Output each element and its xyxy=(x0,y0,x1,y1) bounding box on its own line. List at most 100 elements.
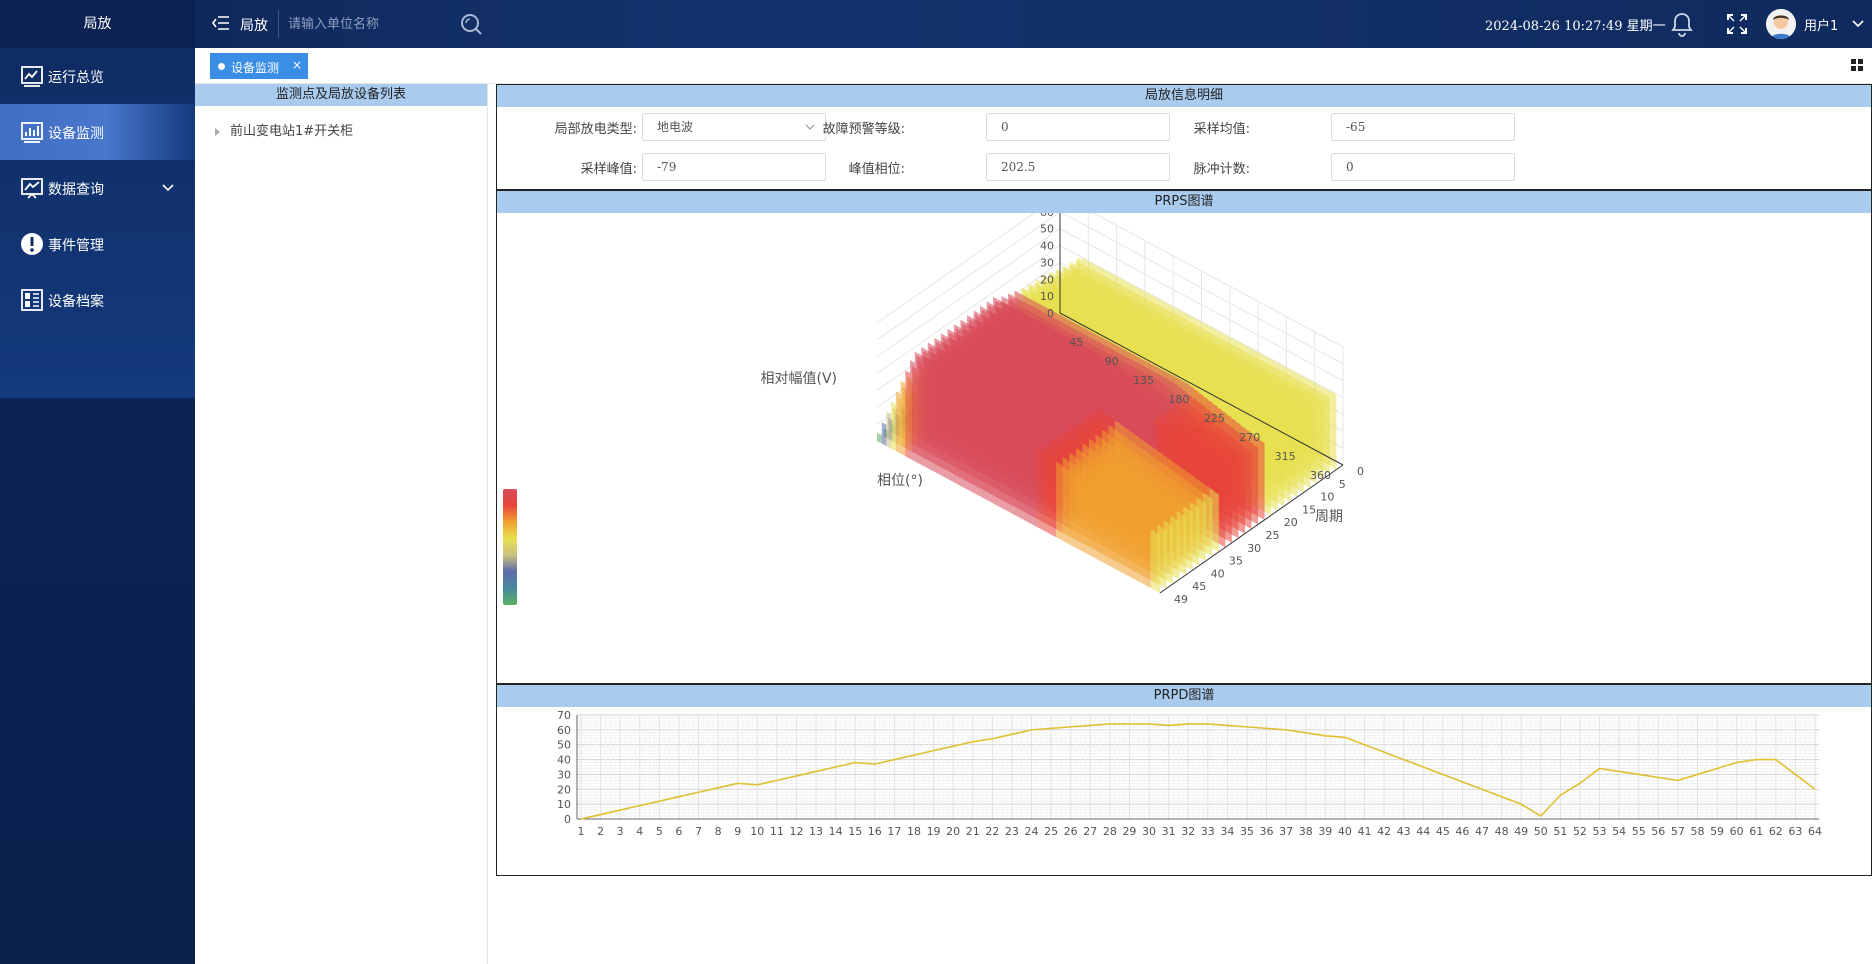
prps-surface-column xyxy=(985,389,991,502)
overview-chart-icon xyxy=(21,66,43,87)
sidebar-item-device-monitor[interactable]: 设备监测 xyxy=(0,104,195,160)
x-tick-label: 43 xyxy=(1397,825,1411,838)
exclamation-icon xyxy=(21,233,43,255)
y-tick-label: 40 xyxy=(557,754,571,767)
caret-right-icon[interactable] xyxy=(215,127,220,136)
sidebar-item-event-management[interactable]: 事件管理 xyxy=(0,216,195,272)
x-tick-label: 360 xyxy=(1310,469,1331,482)
prps-surface-column xyxy=(994,394,1000,507)
x-tick-label: 57 xyxy=(1671,825,1685,838)
grid-menu-icon[interactable] xyxy=(1850,58,1864,72)
tab-close-icon[interactable]: × xyxy=(292,58,302,72)
prps-3d-chart[interactable]: 0102030405060704590135180225270315360051… xyxy=(497,213,1871,683)
prpd-line-chart[interactable]: 0102030405060701 2 3 4 5 6 7 8 9 10 11 12 13 14 15 16 17… xyxy=(497,707,1871,875)
x-tick-label: 55 xyxy=(1632,825,1646,838)
x-tick-label: 22 xyxy=(985,825,999,838)
y-tick-label: 40 xyxy=(1211,567,1225,580)
bar-chart-icon xyxy=(21,122,43,143)
prps-surface-column xyxy=(1070,471,1076,548)
prps-surface-column xyxy=(1065,468,1071,545)
x-tick-label: 33 xyxy=(1201,825,1215,838)
y-tick-label: 0 xyxy=(1357,465,1364,478)
prps-surface-column xyxy=(1207,496,1213,557)
y-tick-label: 25 xyxy=(1266,529,1280,542)
tab-device-monitor[interactable]: 设备监测 × xyxy=(210,53,308,79)
prps-surface-column xyxy=(1093,488,1099,561)
y-tick-label: 0 xyxy=(564,813,571,826)
x-tick-label: 39 xyxy=(1318,825,1332,838)
z-tick-label: 30 xyxy=(1040,256,1054,269)
peak-phase-label: 峰值相位: xyxy=(848,162,905,177)
pd-info-panel: 局放信息明细 局部放电类型: 地电波 故障预警等级: 0 采样均值: -65 采… xyxy=(496,84,1872,190)
x-tick-label: 64 xyxy=(1808,825,1822,838)
x-tick-label: 25 xyxy=(1044,825,1058,838)
tree-node-label: 前山变电站1#开关柜 xyxy=(230,124,354,139)
prps-surface-column xyxy=(1227,463,1232,543)
prps-surface-column xyxy=(999,397,1005,510)
prps-surface-column xyxy=(1233,458,1239,539)
sidebar-item-device-archive[interactable]: 设备档案 xyxy=(0,272,195,328)
tree-node-device[interactable]: 前山变电站1#开关柜 xyxy=(215,120,353,139)
username-label[interactable]: 用户1 xyxy=(1804,15,1838,34)
x-tick-label: 1 xyxy=(578,825,585,838)
x-tick-label: 225 xyxy=(1204,412,1225,425)
unit-search-input[interactable] xyxy=(288,12,458,36)
menu-toggle-icon[interactable] xyxy=(212,14,230,32)
color-scale-bar xyxy=(503,489,517,605)
x-tick-label: 34 xyxy=(1220,825,1234,838)
y-tick-label: 10 xyxy=(557,798,571,811)
y-axis-title: 周期 xyxy=(1315,509,1343,525)
pulse-count-field[interactable]: 0 xyxy=(1331,153,1515,181)
x-tick-label: 16 xyxy=(868,825,882,838)
prps-surface-column xyxy=(943,366,948,479)
chevron-down-icon[interactable] xyxy=(1852,19,1864,29)
x-tick-label: 62 xyxy=(1769,825,1783,838)
search-icon[interactable] xyxy=(459,12,483,36)
prps-surface-column xyxy=(990,392,995,505)
x-axis-title: 相位(°) xyxy=(877,473,923,489)
x-tick-label: 46 xyxy=(1455,825,1469,838)
sidebar-item-label: 数据查询 xyxy=(48,182,104,198)
x-tick-label: 23 xyxy=(1005,825,1019,838)
x-tick-label: 19 xyxy=(927,825,941,838)
prps-surface-column xyxy=(1112,502,1118,571)
x-tick-label: 315 xyxy=(1275,450,1296,463)
x-tick-label: 15 xyxy=(848,825,862,838)
prps-chart-panel: PRPS图谱 010203040506070459013518022527031… xyxy=(496,190,1872,684)
prps-surface-column xyxy=(1145,525,1151,588)
main-content: 设备监测 × 监测点及局放设备列表 前山变电站1#开关柜 局放信息明细 局部放电… xyxy=(195,48,1872,964)
y-tick-label: 5 xyxy=(1339,478,1346,491)
user-avatar[interactable] xyxy=(1766,9,1796,39)
prps-surface-column xyxy=(1131,515,1137,581)
x-tick-label: 41 xyxy=(1357,825,1371,838)
prps-surface-column xyxy=(1009,402,1014,515)
x-tick-label: 135 xyxy=(1133,374,1154,387)
y-tick-label: 20 xyxy=(557,783,571,796)
bell-icon[interactable] xyxy=(1670,11,1694,37)
chevron-down-icon[interactable] xyxy=(162,183,174,193)
x-tick-label: 47 xyxy=(1475,825,1489,838)
x-tick-label: 18 xyxy=(907,825,921,838)
z-tick-label: 20 xyxy=(1040,273,1054,286)
x-tick-label: 61 xyxy=(1749,825,1763,838)
prps-surface-column xyxy=(914,351,920,464)
sidebar-item-overview[interactable]: 运行总览 xyxy=(0,48,195,104)
alarm-level-label: 故障预警等级: xyxy=(822,122,905,137)
prps-surface-column xyxy=(1032,418,1038,528)
fullscreen-icon[interactable] xyxy=(1726,13,1748,35)
x-tick-label: 48 xyxy=(1495,825,1509,838)
y-tick-label: 45 xyxy=(1192,580,1206,593)
sample-mean-field[interactable]: -65 xyxy=(1331,113,1515,141)
x-tick-label: 45 xyxy=(1069,336,1083,349)
pulse-count-label: 脉冲计数: xyxy=(1193,162,1250,177)
sidebar-item-data-query[interactable]: 数据查询 xyxy=(0,160,195,216)
sidebar: 运行总览 设备监测 数据查询 事件管理 设备档案 xyxy=(0,48,195,964)
sample-peak-label: 采样峰值: xyxy=(580,162,637,177)
prps-surface-column xyxy=(1168,523,1174,584)
y-tick-label: 10 xyxy=(1320,491,1334,504)
prps-surface-column xyxy=(891,401,896,452)
prps-surface-column xyxy=(1037,448,1043,530)
y-tick-label: 60 xyxy=(557,724,571,737)
x-tick-label: 11 xyxy=(770,825,784,838)
x-tick-label: 56 xyxy=(1651,825,1665,838)
